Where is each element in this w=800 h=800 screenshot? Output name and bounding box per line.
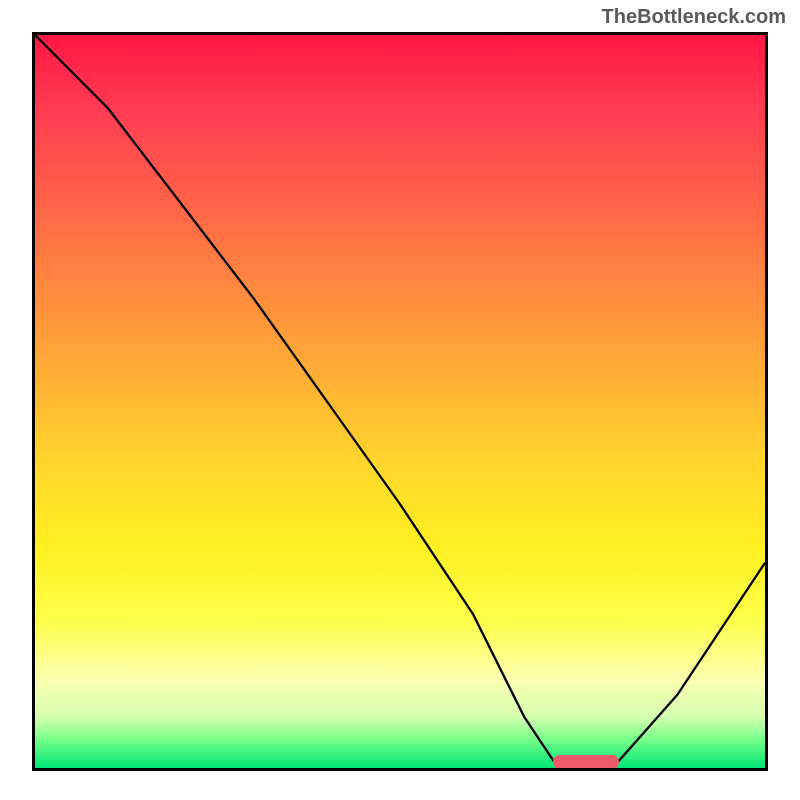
watermark-text: TheBottleneck.com <box>602 6 786 29</box>
optimal-range-marker <box>553 755 619 769</box>
chart-plot-area <box>32 32 768 771</box>
bottleneck-curve-svg <box>35 35 765 768</box>
bottleneck-curve-path <box>35 35 765 768</box>
